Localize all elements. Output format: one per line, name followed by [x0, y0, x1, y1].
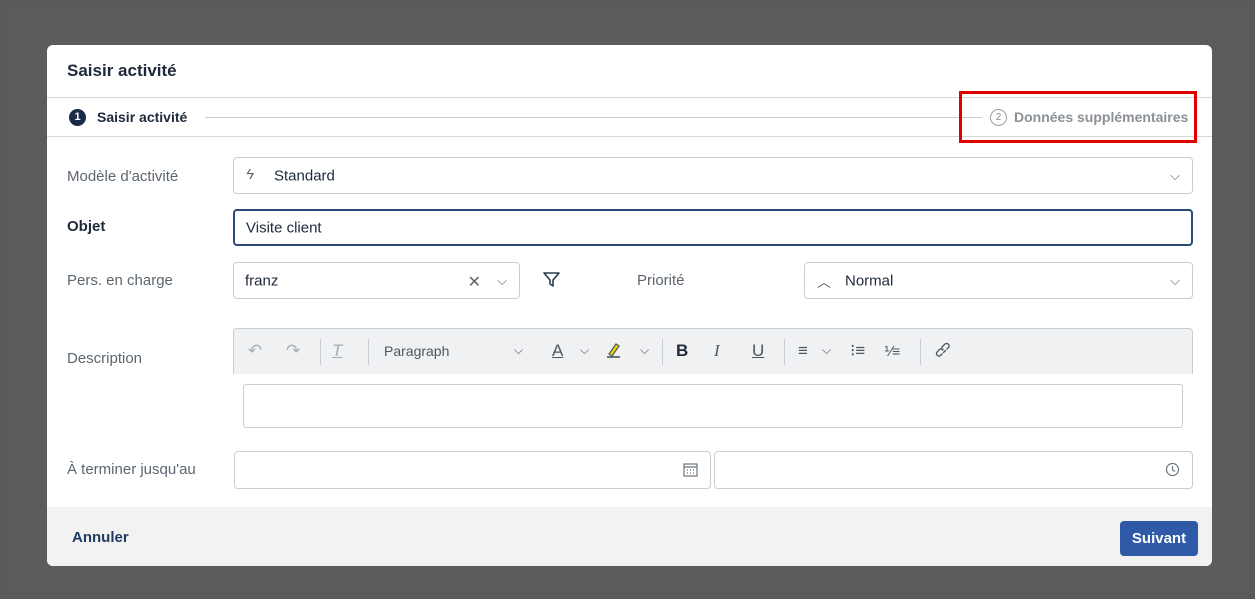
numbered-list-icon[interactable]: ⅟≡: [884, 343, 900, 360]
stepper-line: [205, 117, 982, 118]
next-button[interactable]: Suivant: [1120, 521, 1198, 556]
template-label: Modèle d'activité: [67, 168, 179, 185]
priority-value: Normal: [845, 272, 894, 289]
chevron-down-icon[interactable]: ⌵: [580, 343, 589, 358]
subject-label: Objet: [67, 218, 106, 235]
priority-select[interactable]: ︿ Normal ⌵: [804, 262, 1193, 299]
subject-input[interactable]: Visite client: [233, 209, 1193, 246]
due-label: À terminer jusqu'au: [67, 461, 196, 478]
priority-label: Priorité: [637, 272, 685, 289]
paragraph-style-select[interactable]: Paragraph: [384, 343, 449, 359]
lightning-icon: ϟ: [246, 166, 254, 183]
toolbar-divider: [368, 339, 369, 365]
chevron-down-icon: ⌵: [1170, 272, 1180, 288]
dialog-title: Saisir activité: [67, 61, 177, 80]
chevron-down-icon[interactable]: ⌵: [514, 343, 523, 358]
font-color-icon[interactable]: A: [552, 341, 563, 361]
filter-icon[interactable]: [543, 271, 560, 293]
calendar-icon[interactable]: [683, 462, 698, 482]
subject-value: Visite client: [246, 219, 322, 236]
stepper: 1 Saisir activité 2 Données supplémentai…: [47, 97, 1212, 137]
step-2[interactable]: 2 Données supplémentaires: [984, 98, 1212, 136]
clock-icon[interactable]: [1165, 462, 1180, 482]
template-select[interactable]: ϟ Standard ⌵: [233, 157, 1193, 194]
chevron-down-icon: ⌵: [1170, 167, 1180, 183]
step-2-number: 2: [990, 109, 1007, 126]
underline-icon[interactable]: U: [752, 341, 764, 361]
chevron-down-icon[interactable]: ⌵: [640, 343, 649, 358]
assignee-label: Pers. en charge: [67, 272, 173, 289]
toolbar-divider: [662, 339, 663, 365]
template-value: Standard: [274, 167, 335, 184]
step-1-number: 1: [69, 109, 86, 126]
dialog-footer: Annuler Suivant: [47, 507, 1212, 566]
clear-format-icon[interactable]: T: [332, 341, 342, 361]
bullet-list-icon[interactable]: ⁝≡: [850, 341, 865, 361]
undo-icon[interactable]: ↶: [248, 341, 262, 361]
italic-icon[interactable]: I: [714, 341, 720, 361]
description-label: Description: [67, 350, 143, 367]
step-2-label: Données supplémentaires: [1014, 109, 1189, 125]
highlight-icon[interactable]: [605, 341, 623, 364]
redo-icon[interactable]: ↷: [286, 341, 300, 361]
chevron-up-icon: ︿: [817, 274, 831, 290]
bold-icon[interactable]: B: [676, 341, 688, 361]
link-icon[interactable]: [934, 341, 952, 364]
cancel-button[interactable]: Annuler: [72, 529, 129, 546]
editor-toolbar: ↶ ↷ T Paragraph ⌵ A ⌵ ⌵ B I U ≡ ⌵ ⁝≡ ⅟≡: [233, 328, 1193, 374]
dialog: Saisir activité 1 Saisir activité 2 Donn…: [47, 45, 1212, 566]
assignee-value: franz: [245, 272, 279, 289]
step-1-label[interactable]: Saisir activité: [97, 109, 187, 125]
toolbar-divider: [784, 339, 785, 365]
align-icon[interactable]: ≡: [798, 341, 808, 361]
due-date-input[interactable]: [234, 451, 711, 489]
due-time-input[interactable]: [714, 451, 1193, 489]
description-editor[interactable]: [243, 384, 1183, 428]
chevron-down-icon[interactable]: ⌵: [497, 273, 507, 289]
toolbar-divider: [320, 339, 321, 365]
chevron-down-icon[interactable]: ⌵: [822, 343, 831, 358]
toolbar-divider: [920, 339, 921, 365]
assignee-select[interactable]: franz ✕ ⌵: [233, 262, 520, 299]
clear-icon[interactable]: ✕: [468, 272, 481, 292]
